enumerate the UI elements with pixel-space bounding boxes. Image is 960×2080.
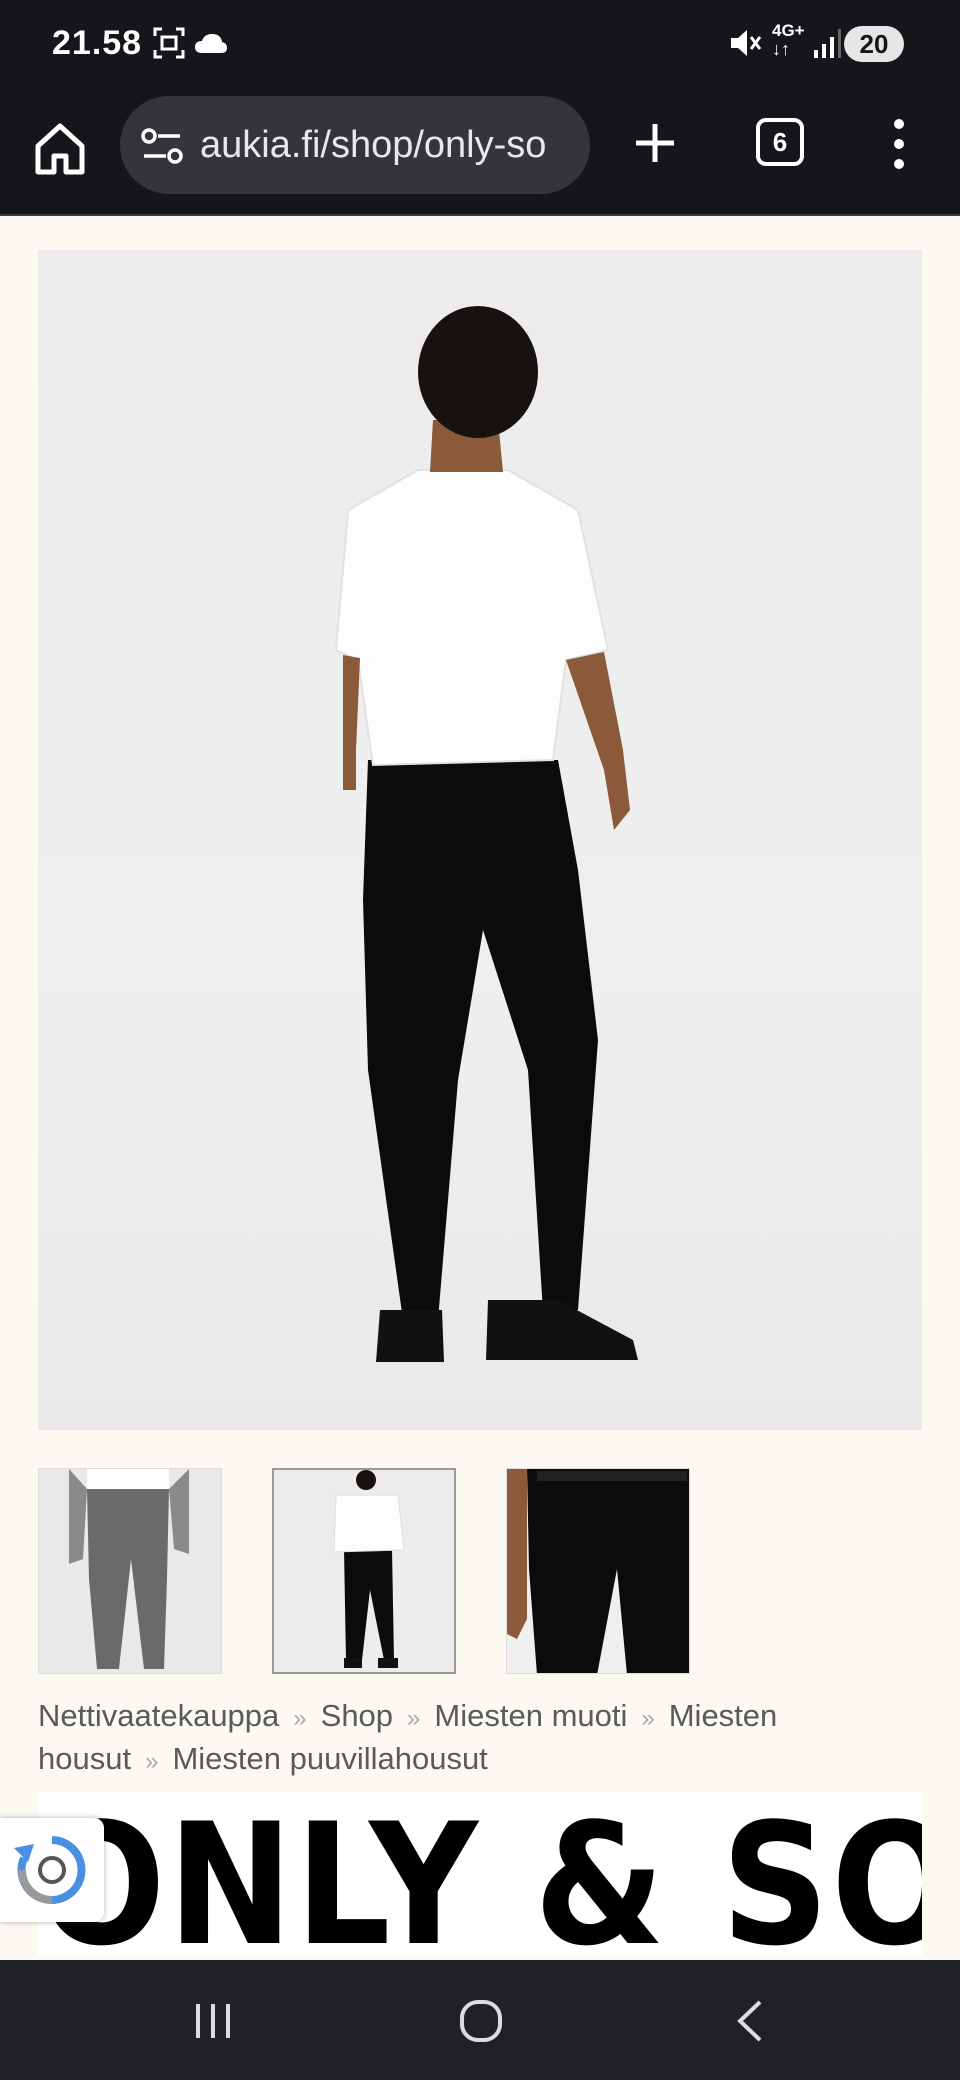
breadcrumb-separator: » xyxy=(293,1705,307,1732)
network-4g-icon: 4G+ ↓↑ xyxy=(772,21,805,59)
product-thumbnail-1[interactable] xyxy=(38,1468,222,1674)
breadcrumb-separator: » xyxy=(641,1705,655,1732)
thumbnail-front-photo xyxy=(69,1469,189,1669)
brand-logo-text: ONLY & SONS xyxy=(38,1792,922,1956)
brand-logo[interactable]: ONLY & SONS xyxy=(38,1792,922,1956)
breadcrumb-separator: » xyxy=(145,1748,159,1775)
status-bar: 21.58 4G+ ↓↑ 20 xyxy=(0,0,960,90)
breadcrumb-link-mens-fashion[interactable]: Miesten muoti xyxy=(434,1698,627,1733)
home-circle-icon[interactable] xyxy=(456,1996,506,2046)
new-tab-icon[interactable] xyxy=(630,118,680,168)
product-thumbnail-2[interactable] xyxy=(272,1468,456,1674)
signal-icon xyxy=(814,29,841,58)
breadcrumb-link-cotton-trousers[interactable]: Miesten puuvillahousut xyxy=(172,1741,487,1776)
battery-icon: 20 xyxy=(844,26,904,62)
recent-apps-icon[interactable] xyxy=(188,1996,238,2046)
cloud-icon xyxy=(195,34,227,53)
product-thumbnail-3[interactable] xyxy=(506,1468,690,1674)
thumbnail-back-photo xyxy=(333,1470,405,1668)
product-photo-model-back xyxy=(334,306,638,1362)
network-label: 4G+ xyxy=(772,21,805,40)
breadcrumb: Nettivaatekauppa » Shop » Miesten muoti » Mies… xyxy=(38,1696,922,1782)
breadcrumb-link-home[interactable]: Nettivaatekauppa xyxy=(38,1698,279,1733)
mute-icon xyxy=(731,30,762,56)
back-icon[interactable] xyxy=(726,1996,776,2046)
recaptcha-icon xyxy=(14,1836,86,1904)
site-settings-icon[interactable] xyxy=(140,126,184,166)
breadcrumb-separator: » xyxy=(407,1705,421,1732)
system-nav-bar xyxy=(0,1960,960,2080)
browser-toolbar: aukia.fi/shop/only-so 6 xyxy=(0,90,960,216)
home-icon[interactable] xyxy=(30,118,90,178)
recaptcha-badge[interactable] xyxy=(0,1818,104,1922)
breadcrumb-link-shop[interactable]: Shop xyxy=(321,1698,393,1733)
tabs-icon[interactable]: 6 xyxy=(756,118,804,166)
thumbnail-detail-photo xyxy=(507,1469,689,1673)
address-bar[interactable]: aukia.fi/shop/only-so xyxy=(120,96,590,194)
more-menu-icon[interactable] xyxy=(884,116,914,172)
url-text: aukia.fi/shop/only-so xyxy=(200,124,547,166)
product-main-image[interactable] xyxy=(38,250,922,1430)
screenshot-icon xyxy=(153,27,185,59)
status-time: 21.58 xyxy=(52,24,143,62)
